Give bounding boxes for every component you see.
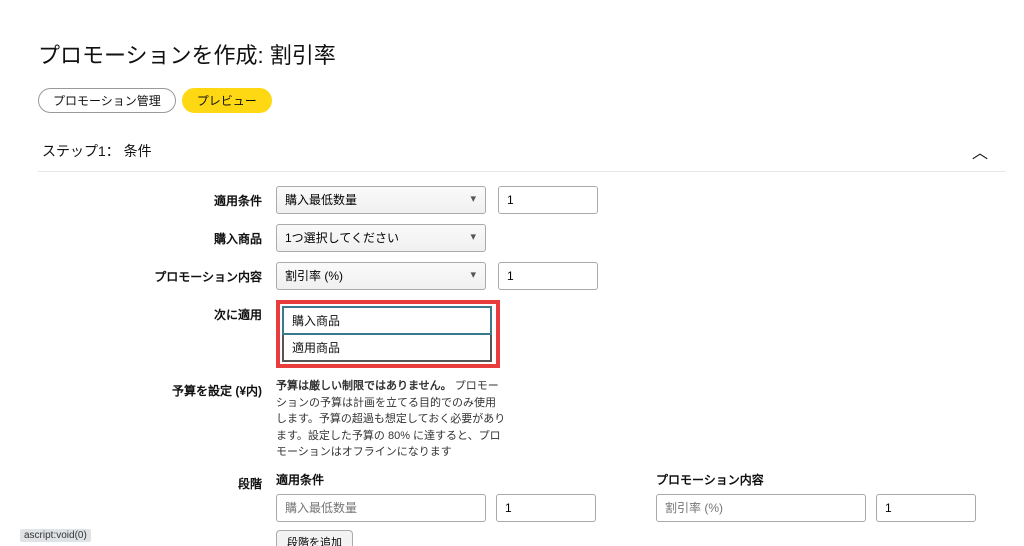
page-title: プロモーションを作成: 割引率 (38, 38, 1006, 70)
input-promo-value[interactable] (498, 262, 598, 290)
input-tier-promo-value[interactable] (876, 494, 976, 522)
dropdown-apply-next[interactable]: 購入商品 適用商品 (282, 306, 492, 362)
section-title: ステップ1： 条件 (42, 141, 152, 161)
status-text: ascript:void(0) (20, 529, 91, 542)
pill-nav: プロモーション管理 プレビュー (38, 88, 1006, 113)
pill-preview[interactable]: プレビュー (182, 88, 272, 113)
input-tier-condition-value[interactable] (496, 494, 596, 522)
input-tier-promo-type[interactable] (656, 494, 866, 522)
label-apply-next: 次に適用 (56, 300, 276, 323)
option-purchased-products[interactable]: 購入商品 (282, 306, 492, 335)
label-condition: 適用条件 (56, 186, 276, 209)
budget-hint: 予算は厳しい制限ではありません。 プロモーションの予算は計画を立てる目的でのみ使… (276, 378, 506, 461)
label-promo: プロモーション内容 (56, 262, 276, 285)
select-product[interactable]: 1つ選択してください (276, 224, 486, 252)
select-condition[interactable]: 購入最低数量 (276, 186, 486, 214)
select-promo-type[interactable]: 割引率 (%) (276, 262, 486, 290)
option-applied-products[interactable]: 適用商品 (282, 335, 492, 362)
add-tier-button[interactable]: 段階を追加 (276, 530, 353, 546)
section-header-step1[interactable]: ステップ1： 条件 ︿ (38, 131, 1006, 172)
input-tier-condition-type[interactable] (276, 494, 486, 522)
label-tier: 段階 (56, 471, 276, 492)
tier-promo-label: プロモーション内容 (656, 471, 976, 488)
input-condition-qty[interactable] (498, 186, 598, 214)
pill-promotion-manage[interactable]: プロモーション管理 (38, 88, 176, 113)
highlight-box: 購入商品 適用商品 (276, 300, 500, 368)
tier-condition-label: 適用条件 (276, 471, 596, 488)
chevron-up-icon: ︿ (972, 139, 998, 163)
label-budget: 予算を設定 (¥内) (56, 376, 276, 399)
label-product: 購入商品 (56, 224, 276, 247)
form-body: 適用条件 購入最低数量 購入商品 1つ選択してください (38, 182, 1006, 546)
